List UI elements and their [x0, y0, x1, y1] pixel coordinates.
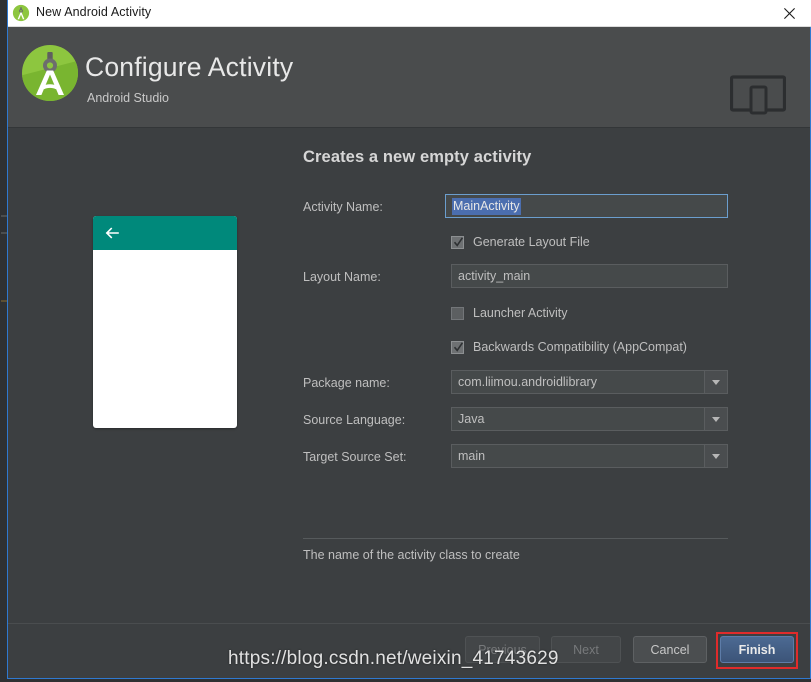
next-button[interactable]: Next — [551, 636, 621, 663]
dialog-header: Configure Activity Android Studio — [8, 27, 810, 128]
finish-button[interactable]: Finish — [720, 636, 794, 663]
checkbox-box-unchecked — [451, 306, 464, 320]
tablet-phone-preview-icon — [729, 75, 787, 115]
activity-name-input[interactable]: MainActivity — [445, 194, 728, 218]
launcher-activity-label: Launcher Activity — [473, 306, 568, 320]
package-name-value: com.liimou.androidlibrary — [458, 375, 597, 389]
generate-layout-file-label: Generate Layout File — [473, 235, 590, 249]
target-source-set-value: main — [458, 449, 486, 463]
generate-layout-file-checkbox[interactable]: Generate Layout File — [451, 235, 590, 249]
launcher-activity-checkbox[interactable]: Launcher Activity — [451, 306, 568, 320]
backwards-compatibility-checkbox[interactable]: Backwards Compatibility (AppCompat) — [451, 340, 687, 354]
hint-divider — [303, 538, 728, 539]
label-source-language: Source Language: — [303, 413, 406, 427]
activity-name-value: MainActivity — [452, 198, 521, 215]
backwards-compatibility-label: Backwards Compatibility (AppCompat) — [473, 340, 687, 354]
chevron-down-icon[interactable] — [704, 445, 727, 467]
android-studio-logo — [19, 42, 81, 104]
source-language-value: Java — [458, 412, 485, 426]
title-bar-text: New Android Activity — [36, 5, 152, 19]
target-source-set-combobox[interactable]: main — [451, 444, 728, 468]
cancel-button[interactable]: Cancel — [633, 636, 707, 663]
label-package-name: Package name: — [303, 376, 390, 390]
configure-activity-form: Activity Name: MainActivity Generate Lay… — [8, 128, 810, 623]
package-name-combobox[interactable]: com.liimou.androidlibrary — [451, 370, 728, 394]
label-activity-name: Activity Name: — [303, 200, 383, 214]
checkmark-icon — [453, 341, 464, 354]
dialog-body: Creates a new empty activity Activity Na… — [8, 128, 810, 623]
android-studio-icon — [12, 4, 30, 22]
checkmark-icon — [453, 236, 464, 249]
chevron-down-icon[interactable] — [704, 371, 727, 393]
layout-name-value: activity_main — [458, 269, 531, 283]
label-layout-name: Layout Name: — [303, 270, 381, 284]
page-subtitle: Android Studio — [87, 91, 170, 105]
source-language-combobox[interactable]: Java — [451, 407, 728, 431]
page-title: Configure Activity — [85, 52, 294, 82]
checkbox-box-checked — [451, 340, 464, 354]
watermark: https://blog.csdn.net/weixin_41743629 — [228, 648, 559, 669]
new-android-activity-dialog: New Android Activity Configure Activity … — [7, 0, 811, 679]
chevron-down-icon[interactable] — [704, 408, 727, 430]
label-target-source-set: Target Source Set: — [303, 450, 407, 464]
close-icon[interactable] — [766, 0, 811, 26]
hint-text: The name of the activity class to create — [303, 548, 520, 562]
title-bar: New Android Activity — [8, 0, 811, 27]
checkbox-box-checked — [451, 235, 464, 249]
layout-name-input[interactable]: activity_main — [451, 264, 728, 288]
screenshot-root: New Android Activity Configure Activity … — [0, 0, 811, 682]
